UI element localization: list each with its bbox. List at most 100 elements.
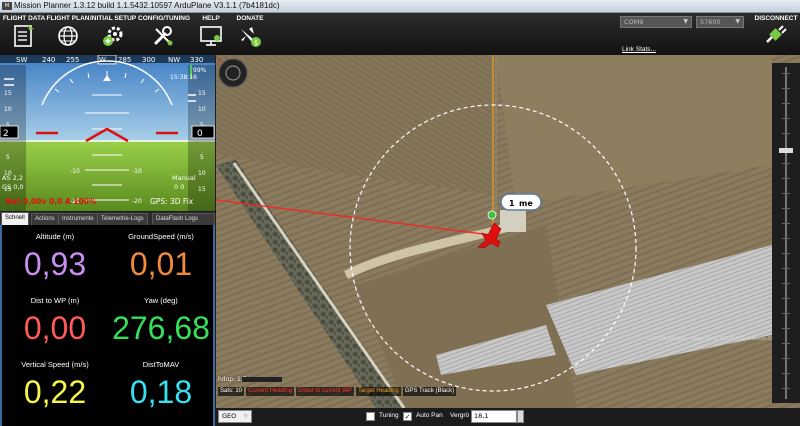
menu-help-label: HELP xyxy=(202,15,220,22)
chevron-down-icon: ▼ xyxy=(243,413,248,420)
quick-groundspeed[interactable]: GroundSpeed (m/s) 0,01 xyxy=(108,225,214,289)
port-select[interactable]: COM9 ▼ xyxy=(620,16,692,28)
quick-label: Yaw (deg) xyxy=(144,296,178,305)
heading-tape xyxy=(0,55,215,63)
title-bar: M Mission Planner 1.3.12 build 1.1.5432.… xyxy=(0,0,800,13)
port-select-value: COM9 xyxy=(624,18,644,26)
flight-mode-sub: 0 0 xyxy=(174,183,184,191)
menu-flight-data-label: FLIGHT DATA xyxy=(2,15,46,22)
quick-vertical-speed[interactable]: Vertical Speed (m/s) 0,22 xyxy=(2,353,108,417)
zoom-tick xyxy=(782,103,790,104)
zoom-tick xyxy=(782,208,790,209)
tab-instrumente[interactable]: Instrumente xyxy=(58,213,98,225)
zoom-thumb[interactable] xyxy=(779,148,793,153)
monitor-icon xyxy=(200,26,222,46)
menu-bar: FLIGHT DATA FLIGHT PLAN INITIAL SETUP CO… xyxy=(0,13,800,55)
legend-direct-to-wp: Direct to current WP xyxy=(296,387,355,396)
zoom-tick xyxy=(782,163,790,164)
waypoint-tag: me xyxy=(519,199,533,208)
quick-value: 0,18 xyxy=(129,374,193,410)
baud-select-value: 57600 xyxy=(700,18,721,26)
autopan-checkbox[interactable]: ✓ xyxy=(403,412,412,421)
zoom-slider[interactable] xyxy=(772,63,800,403)
quick-label: Altitude (m) xyxy=(35,232,75,241)
pitch-label: -10 xyxy=(70,168,80,175)
tab-schnell[interactable]: Schnell xyxy=(1,212,29,225)
menu-donate-label: DONATE xyxy=(236,15,264,22)
altitude-value: 0 xyxy=(197,129,203,139)
zoom-tick xyxy=(782,343,790,344)
legend-target-heading: Target Heading xyxy=(356,387,401,396)
quick-label: Dist to WP (m) xyxy=(30,296,80,305)
heading-label: SW xyxy=(16,56,27,64)
zoom-tick xyxy=(782,133,790,134)
quick-dist-to-mav[interactable]: DistToMAV 0,18 xyxy=(108,353,214,417)
zoom-tick xyxy=(782,178,790,179)
heading-label: NW xyxy=(168,56,180,64)
map-copyright: ©2014 Google · Map data ©2014 GeoBasis-D… xyxy=(646,335,789,342)
svg-text:15: 15 xyxy=(4,90,12,97)
gears-icon xyxy=(103,26,123,46)
svg-text:10: 10 xyxy=(4,106,12,113)
zoom-tick xyxy=(782,223,790,224)
menu-initial-setup[interactable]: INITIAL SETUP xyxy=(90,13,136,55)
map-nav-control[interactable] xyxy=(218,58,248,88)
menu-config-tuning[interactable]: CONFIG/TUNING xyxy=(138,13,190,55)
svg-text:$: $ xyxy=(254,39,258,47)
battery-percent: 99% xyxy=(193,67,207,74)
tuning-checkbox[interactable] xyxy=(366,412,375,421)
menu-help[interactable]: HELP xyxy=(196,13,226,55)
quick-label: DistToMAV xyxy=(142,360,180,369)
projection-value: GEO xyxy=(222,412,237,420)
tab-dataflash-logs[interactable]: DataFlash Logs xyxy=(152,213,215,225)
waypoint-number: 1 xyxy=(509,199,515,208)
menu-flight-plan[interactable]: FLIGHT PLAN xyxy=(46,13,90,55)
zoom-tick xyxy=(782,358,790,359)
menu-donate[interactable]: DONATE $ xyxy=(232,13,268,55)
airspeed-text: AS 2,2 xyxy=(2,174,23,182)
menu-initial-setup-label: INITIAL SETUP xyxy=(90,15,137,22)
quick-value: 0,00 xyxy=(23,310,87,346)
zoom-tick xyxy=(782,88,790,89)
quick-value: 276,68 xyxy=(112,310,210,346)
globe-icon xyxy=(58,26,78,46)
zoom-tick xyxy=(782,328,790,329)
tab-actions[interactable]: Actions xyxy=(31,213,59,225)
zoom-tick xyxy=(782,268,790,269)
waypoint-marker[interactable] xyxy=(487,210,497,220)
zoom-tick xyxy=(782,373,790,374)
hud-display: SW 240 255 W 285 300 NW 330 -10 -10 -20 … xyxy=(0,55,215,211)
disconnect-button[interactable]: DISCONNECT xyxy=(752,13,800,55)
zoom-tick xyxy=(782,238,790,239)
hdop-bar xyxy=(242,377,282,382)
groundspeed-text: GS 0,0 xyxy=(2,183,24,191)
baud-select[interactable]: 57600 ▼ xyxy=(696,16,744,28)
menu-flight-data[interactable]: FLIGHT DATA xyxy=(2,13,46,55)
mission-planner-window: M Mission Planner 1.3.12 build 1.1.5432.… xyxy=(0,0,800,426)
map-corner-zero: 0 xyxy=(218,58,222,65)
tab-telemetrie-logs[interactable]: Telemetrie-Logs xyxy=(97,213,148,225)
zoom-level-input[interactable]: 18,1 xyxy=(471,410,517,423)
chevron-down-icon: ▼ xyxy=(735,18,740,25)
hud-time: 15:38:16 xyxy=(170,74,197,81)
zoom-level-spinner[interactable] xyxy=(517,410,524,423)
gps-status: GPS: 3D Fix xyxy=(150,197,194,206)
zoom-level-label: Vergrö xyxy=(450,412,470,419)
zoom-tick xyxy=(782,313,790,314)
heading-label: 330 xyxy=(190,56,203,64)
altitude-box xyxy=(191,125,215,139)
svg-text:15: 15 xyxy=(198,186,206,193)
quick-dist-to-wp[interactable]: Dist to WP (m) 0,00 xyxy=(2,289,108,353)
tab-bar: Schnell Actions Instrumente Telemetrie-L… xyxy=(0,212,215,225)
link-stats-link[interactable]: Link Stats... xyxy=(622,46,656,53)
quick-value: 0,93 xyxy=(23,246,87,282)
menu-config-tuning-label: CONFIG/TUNING xyxy=(138,15,190,22)
quick-value: 0,01 xyxy=(129,246,193,282)
map-view[interactable]: 1 me 0 ©2014 Google · Map data ©2014 Geo… xyxy=(216,55,800,408)
heading-label: 240 xyxy=(42,56,55,64)
projection-select[interactable]: GEO ▼ xyxy=(218,410,252,423)
quick-yaw[interactable]: Yaw (deg) 276,68 xyxy=(108,289,214,353)
zoom-tick xyxy=(782,283,790,284)
autopan-label: Auto Pan xyxy=(416,412,443,419)
quick-altitude[interactable]: Altitude (m) 0,93 xyxy=(2,225,108,289)
